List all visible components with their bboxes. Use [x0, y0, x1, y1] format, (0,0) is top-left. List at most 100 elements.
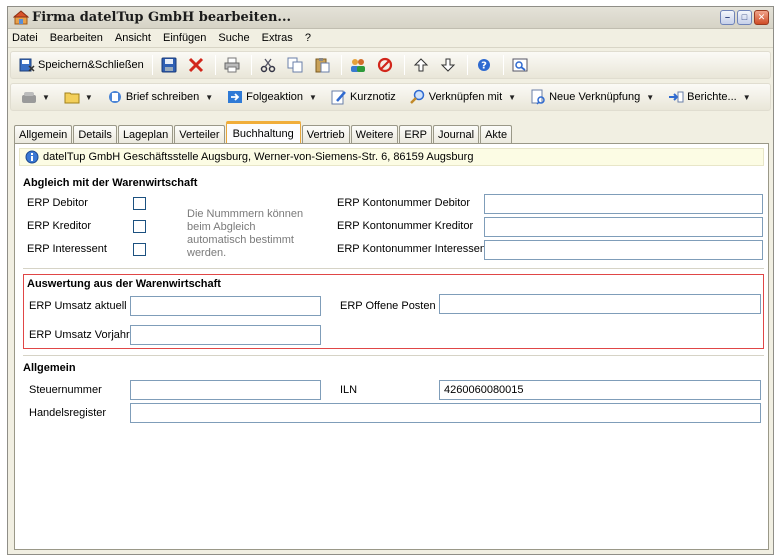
erp-debitor-checkbox[interactable]	[133, 197, 146, 210]
toolbar-separator	[466, 55, 468, 75]
erp-acct-kreditor-label: ERP Kontonummer Kreditor	[337, 220, 474, 232]
quick-note-label: Kurznotiz	[349, 91, 396, 103]
erp-kreditor-checkbox[interactable]	[133, 220, 146, 233]
quick-note-button[interactable]: Kurznotiz	[327, 86, 400, 108]
dropdown-arrow-icon[interactable]: ▼	[646, 93, 654, 102]
save-button[interactable]	[157, 54, 184, 76]
dropdown-arrow-icon[interactable]: ▼	[508, 93, 516, 102]
maximize-button[interactable]: □	[737, 10, 752, 25]
followup-button[interactable]: Folgeaktion ▼	[223, 86, 327, 108]
general-section-title: Allgemein	[23, 362, 76, 374]
tax-number-input[interactable]	[130, 380, 321, 400]
erp-interessent-label: ERP Interessent	[27, 243, 107, 255]
delete-button[interactable]	[184, 54, 211, 76]
toolbar-separator	[502, 55, 504, 75]
paste-icon	[314, 57, 330, 73]
block-button[interactable]	[373, 54, 400, 76]
move-down-button[interactable]	[436, 54, 463, 76]
letter-icon	[107, 89, 123, 105]
save-icon	[161, 57, 177, 73]
link-with-button[interactable]: Verknüpfen mit ▼	[406, 86, 526, 108]
phone-button[interactable]: ▼	[17, 86, 60, 108]
move-up-button[interactable]	[409, 54, 436, 76]
dropdown-arrow-icon[interactable]: ▼	[743, 93, 751, 102]
trade-register-label: Handelsregister	[29, 407, 107, 419]
help-button[interactable]: ?	[472, 54, 499, 76]
menu-extras[interactable]: Extras	[262, 32, 293, 44]
reports-button[interactable]: Berichte... ▼	[664, 86, 760, 108]
tab-allgemein[interactable]: Allgemein	[14, 125, 73, 143]
dropdown-arrow-icon[interactable]: ▼	[42, 93, 50, 102]
paste-button[interactable]	[310, 54, 337, 76]
followup-label: Folgeaktion	[246, 91, 304, 103]
arrow-up-icon	[413, 57, 429, 73]
new-link-button[interactable]: Neue Verknüpfung ▼	[526, 86, 664, 108]
new-link-label: Neue Verknüpfung	[549, 91, 641, 103]
preview-icon	[512, 57, 528, 73]
write-letter-label: Brief schreiben	[125, 91, 200, 103]
erp-acct-interessent-input[interactable]	[484, 240, 763, 260]
scissors-icon	[260, 57, 276, 73]
erp-interessent-checkbox[interactable]	[133, 243, 146, 256]
info-icon	[24, 149, 40, 165]
copy-button[interactable]	[283, 54, 310, 76]
followup-arrow-icon	[227, 89, 243, 105]
iln-input[interactable]: 4260060080015	[439, 380, 761, 400]
contacts-button[interactable]	[346, 54, 373, 76]
link-with-label: Verknüpfen mit	[428, 91, 503, 103]
erp-acct-kreditor-input[interactable]	[484, 217, 763, 237]
save-close-button[interactable]: Speichern&Schließen	[15, 54, 148, 76]
print-button[interactable]	[220, 54, 247, 76]
dropdown-arrow-icon[interactable]: ▼	[205, 93, 213, 102]
erp-revenue-prev-label: ERP Umsatz Vorjahr	[29, 329, 130, 341]
delete-x-icon	[188, 57, 204, 73]
cut-button[interactable]	[256, 54, 283, 76]
title-bar: Firma datelTup GmbH bearbeiten... – □ ✕	[8, 7, 773, 29]
tab-lageplan[interactable]: Lageplan	[117, 125, 174, 143]
tab-buchhaltung[interactable]: Buchhaltung	[225, 121, 301, 143]
tab-weitere[interactable]: Weitere	[350, 125, 399, 143]
close-button[interactable]: ✕	[754, 10, 769, 25]
reports-label: Berichte...	[687, 91, 737, 103]
write-letter-button[interactable]: Brief schreiben ▼	[103, 86, 223, 108]
erp-revenue-prev-input[interactable]	[130, 325, 321, 345]
tab-details[interactable]: Details	[73, 125, 117, 143]
erp-revenue-current-input[interactable]	[130, 296, 321, 316]
tab-akte[interactable]: Akte	[480, 125, 513, 143]
help-icon: ?	[476, 57, 492, 73]
address-info-text: datelTup GmbH Geschäftsstelle Augsburg, …	[43, 151, 474, 163]
preview-button[interactable]	[508, 54, 535, 76]
action-toolbar: ▼ ▼ Brief schreiben ▼ Folgeaktion ▼ Kurz…	[10, 83, 771, 111]
eval-section-title: Auswertung aus der Warenwirtschaft	[27, 278, 221, 290]
menu-einfuegen[interactable]: Einfügen	[163, 32, 206, 44]
minimize-button[interactable]: –	[720, 10, 735, 25]
erp-acct-debitor-input[interactable]	[484, 194, 763, 214]
erp-acct-debitor-label: ERP Kontonummer Debitor	[337, 197, 471, 209]
copy-icon	[287, 57, 303, 73]
dropdown-arrow-icon[interactable]: ▼	[309, 93, 317, 102]
menu-help[interactable]: ?	[305, 32, 311, 44]
erp-open-items-input[interactable]	[439, 294, 761, 314]
toolbar-separator	[214, 55, 216, 75]
section-divider	[23, 268, 764, 269]
menu-datei[interactable]: Datei	[12, 32, 38, 44]
erp-revenue-current-label: ERP Umsatz aktuell	[29, 300, 127, 312]
open-button[interactable]: ▼	[60, 86, 103, 108]
trade-register-input[interactable]	[130, 403, 761, 423]
menu-ansicht[interactable]: Ansicht	[115, 32, 151, 44]
menu-bearbeiten[interactable]: Bearbeiten	[50, 32, 103, 44]
tax-number-label: Steuernummer	[29, 384, 102, 396]
arrow-down-icon	[440, 57, 456, 73]
printer-icon	[224, 57, 240, 73]
tab-erp[interactable]: ERP	[399, 125, 432, 143]
menu-suche[interactable]: Suche	[218, 32, 249, 44]
people-icon	[350, 57, 366, 73]
tab-journal[interactable]: Journal	[433, 125, 480, 143]
tab-verteiler[interactable]: Verteiler	[174, 125, 225, 143]
link-search-icon	[409, 89, 426, 105]
erp-kreditor-label: ERP Kreditor	[27, 220, 91, 232]
tab-vertrieb[interactable]: Vertrieb	[301, 125, 350, 143]
toolbar-separator	[403, 55, 405, 75]
dropdown-arrow-icon[interactable]: ▼	[85, 93, 93, 102]
toolbar-separator	[250, 55, 252, 75]
